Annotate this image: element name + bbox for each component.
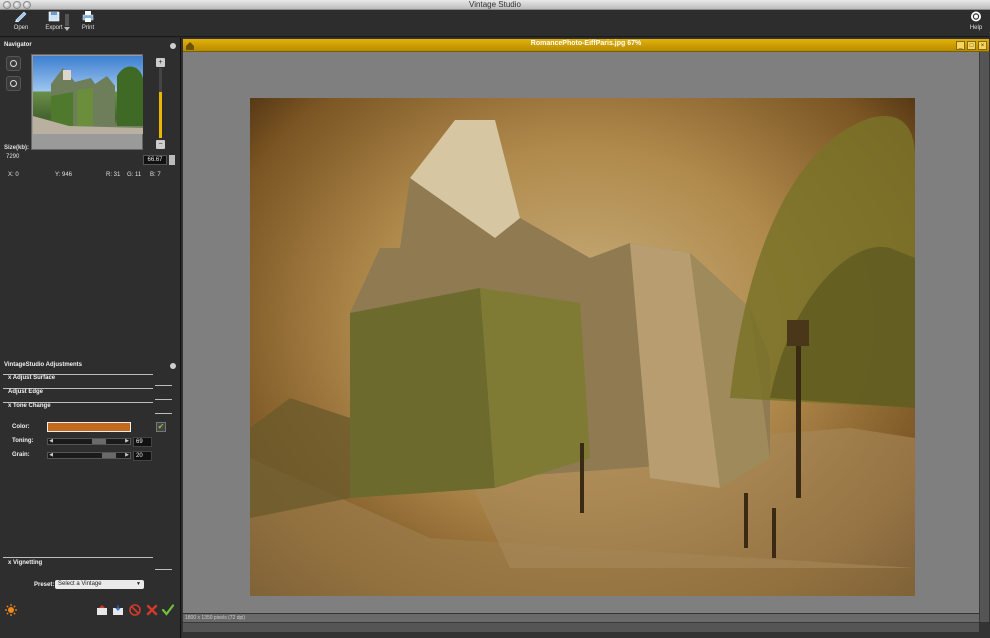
vintage-photo-art	[250, 116, 915, 596]
readout-g: G: 11	[127, 172, 142, 178]
section-divider	[155, 385, 172, 386]
thumbnail-picture	[33, 66, 143, 134]
reset-icon[interactable]	[129, 604, 141, 616]
minimize-doc-button[interactable]: _	[956, 41, 965, 50]
print-button[interactable]: Print	[74, 11, 102, 35]
vintage-photo	[250, 98, 915, 596]
adjustments-pin-icon[interactable]	[170, 363, 176, 369]
zoom-out-button[interactable]: −	[156, 140, 165, 149]
section-label: x Vignetting	[8, 560, 43, 566]
readout-b: B: 7	[150, 172, 161, 178]
preset-select[interactable]: Select a Vintage ▼	[55, 580, 144, 589]
color-label: Color:	[12, 424, 30, 430]
load-preset-icon[interactable]	[96, 604, 108, 616]
document-title-bar: RomancePhoto-EiffParis.jpg 67% _ □ ×	[183, 39, 989, 52]
open-button[interactable]: Open	[7, 11, 35, 35]
document-area: RomancePhoto-EiffParis.jpg 67% _ □ × 180…	[182, 38, 990, 638]
chevron-down-icon: ▼	[136, 581, 141, 587]
slider-right-arrow-icon[interactable]: ▶	[124, 439, 130, 444]
navigator-pin-icon[interactable]	[170, 43, 176, 49]
navigator-thumbnail[interactable]	[31, 54, 143, 150]
section-adjust-surface[interactable]: x Adjust Surface	[0, 374, 172, 388]
title-bar: Vintage Studio	[0, 0, 990, 10]
zoom-in-button[interactable]: +	[156, 58, 165, 67]
navigator-title: Navigator	[4, 42, 32, 48]
zoom-value-field[interactable]: 66.67	[143, 155, 167, 165]
window-title: Vintage Studio	[469, 0, 521, 9]
horizontal-scrollbar[interactable]	[183, 622, 979, 632]
readout-y: Y: 946	[55, 172, 73, 178]
toning-value-field[interactable]: 69	[133, 437, 152, 447]
image-canvas[interactable]	[183, 52, 979, 613]
size-label: Size(kb):	[4, 145, 30, 151]
checkmark-icon: ✔	[157, 422, 165, 431]
slider-left-arrow-icon[interactable]: ◀	[48, 439, 54, 444]
readout-x: X: 0	[8, 172, 19, 178]
grain-slider[interactable]: ◀ ▶	[47, 452, 131, 459]
zoom-tool-button[interactable]	[6, 76, 21, 91]
section-divider	[3, 557, 153, 558]
slider-left-arrow-icon[interactable]: ◀	[48, 453, 54, 458]
sun-icon[interactable]	[5, 604, 17, 616]
main-toolbar: Open Export Print Help	[0, 10, 990, 37]
help-button[interactable]: Help	[962, 11, 990, 35]
section-divider	[155, 569, 172, 570]
grain-label: Grain:	[12, 452, 30, 458]
status-bar: 1800 x 1350 pixels (72 dpi)	[183, 614, 979, 622]
hand-tool-button[interactable]	[6, 56, 21, 71]
thumbnail-image	[33, 56, 143, 134]
section-label: x Tone Change	[8, 403, 51, 409]
left-panel: Navigator + − 66.67 Size(kb): 7290 X: 0 …	[0, 38, 181, 638]
section-adjust-edge[interactable]: Adjust Edge	[0, 388, 172, 402]
preset-selected-value: Select a Vintage	[58, 581, 102, 587]
toning-label: Toning:	[12, 438, 34, 444]
save-preset-icon[interactable]	[112, 604, 124, 616]
hand-tool-icon	[10, 60, 17, 67]
export-dropdown-icon[interactable]	[64, 14, 70, 32]
zoom-tool-icon	[10, 80, 17, 87]
maximize-doc-button[interactable]: □	[967, 41, 976, 50]
toning-slider[interactable]: ◀ ▶	[47, 438, 131, 445]
apply-icon[interactable]	[162, 604, 174, 616]
cancel-icon[interactable]	[146, 604, 158, 616]
section-label: Adjust Edge	[8, 389, 44, 395]
section-label: x Adjust Surface	[8, 375, 56, 381]
adjustments-title: VintageStudio Adjustments	[4, 362, 83, 368]
section-divider	[155, 413, 172, 414]
zoom-stepper[interactable]	[169, 155, 175, 165]
close-doc-button[interactable]: ×	[978, 41, 987, 50]
document-title: RomancePhoto-EiffParis.jpg 67%	[530, 40, 642, 47]
toning-slider-knob[interactable]	[92, 439, 106, 444]
export-icon	[48, 11, 60, 22]
readout-r: R: 31	[106, 172, 121, 178]
vertical-scrollbar[interactable]	[979, 52, 989, 622]
grain-slider-knob[interactable]	[102, 453, 116, 458]
size-value: 7290	[6, 154, 20, 160]
section-tone-change[interactable]: x Tone Change	[0, 402, 172, 416]
print-icon	[82, 11, 94, 22]
color-enable-checkbox[interactable]: ✔	[156, 422, 166, 432]
section-divider	[155, 399, 172, 400]
preset-label: Preset:	[34, 582, 55, 588]
zoom-slider[interactable]	[159, 68, 162, 138]
section-vignetting[interactable]: x Vignetting	[0, 557, 172, 571]
slider-right-arrow-icon[interactable]: ▶	[124, 453, 130, 458]
open-icon	[15, 11, 27, 22]
help-icon	[971, 11, 981, 22]
grain-value-field[interactable]: 20	[133, 451, 152, 461]
color-swatch[interactable]	[47, 422, 131, 432]
zoom-slider-fill	[159, 92, 162, 138]
